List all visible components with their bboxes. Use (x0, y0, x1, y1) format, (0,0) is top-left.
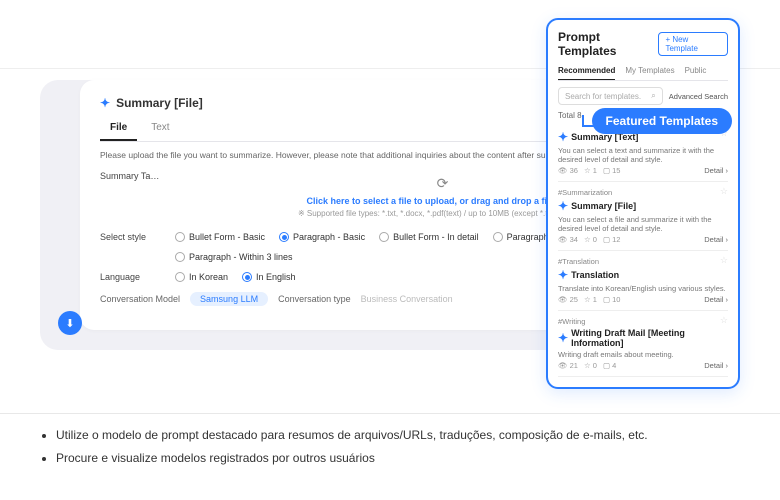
tab-public[interactable]: Public (685, 66, 707, 80)
bullet-item: Utilize o modelo de prompt destacado par… (56, 424, 648, 447)
favorite-icon[interactable]: ☆ (720, 315, 728, 326)
template-desc: Writing draft emails about meeting. (558, 350, 728, 359)
favorite-icon[interactable]: ☆ (720, 255, 728, 266)
bullet-item: Procure e visualize modelos registrados … (56, 447, 648, 470)
star-icon: ✦ (100, 96, 110, 110)
template-name: ✦Summary [File] (558, 199, 728, 213)
advanced-search-link[interactable]: Advanced Search (669, 92, 728, 101)
tab-my-templates[interactable]: My Templates (625, 66, 674, 80)
template-name: ✦Translation (558, 268, 728, 282)
template-desc: You can select a file and summarize it w… (558, 215, 728, 233)
search-input[interactable]: Search for templates. ⌕ (558, 87, 663, 105)
language-radio[interactable]: In English (242, 272, 296, 282)
summary-label: Summary Ta… (100, 171, 175, 181)
template-item[interactable]: #Summarization☆ ✦Summary [File] You can se… (558, 182, 728, 251)
download-button[interactable]: ⬇ (58, 311, 82, 335)
featured-templates-callout: Featured Templates (592, 108, 732, 134)
template-desc: Translate into Korean/English using vari… (558, 284, 728, 293)
tab-recommended[interactable]: Recommended (558, 66, 615, 80)
language-radio-group: In Korean In English (175, 272, 296, 282)
tab-file[interactable]: File (100, 118, 137, 141)
template-tag: #Translation (558, 257, 728, 266)
conv-model-pill[interactable]: Samsung LLM (190, 292, 268, 306)
style-radio[interactable]: Bullet Form - Basic (175, 232, 265, 242)
style-label: Select style (100, 232, 175, 242)
tab-text[interactable]: Text (141, 118, 179, 141)
feature-bullets: Utilize o modelo de prompt destacado par… (40, 424, 648, 470)
prompt-templates-panel: Prompt Templates + New Template Recommen… (546, 18, 740, 389)
favorite-icon[interactable]: ☆ (720, 186, 728, 197)
language-radio[interactable]: In Korean (175, 272, 228, 282)
detail-link[interactable]: Detail › (704, 235, 728, 244)
search-icon: ⌕ (651, 91, 655, 101)
divider (0, 413, 780, 414)
detail-link[interactable]: Detail › (704, 166, 728, 175)
template-item[interactable]: #Writing☆ ✦Writing Draft Mail [Meeting In… (558, 311, 728, 377)
conv-type-label: Conversation type (278, 294, 351, 304)
detail-link[interactable]: Detail › (704, 295, 728, 304)
template-item[interactable]: #Translation☆ ✦Translation Translate into … (558, 251, 728, 311)
template-tag: #Summarization (558, 188, 728, 197)
template-tag: #Writing (558, 317, 728, 326)
style-radio[interactable]: Paragraph - Within 3 lines (175, 252, 293, 262)
detail-link[interactable]: Detail › (704, 361, 728, 370)
language-label: Language (100, 272, 175, 282)
new-template-button[interactable]: + New Template (658, 32, 728, 56)
panel-title: Prompt Templates (558, 30, 658, 58)
template-desc: You can select a text and summarize it w… (558, 146, 728, 164)
conv-model-label: Conversation Model (100, 294, 180, 304)
template-name: ✦Writing Draft Mail [Meeting Information… (558, 328, 728, 348)
style-radio[interactable]: Bullet Form - In detail (379, 232, 479, 242)
conv-type-value: Business Conversation (361, 294, 453, 304)
style-radio[interactable]: Paragraph - Basic (279, 232, 365, 242)
